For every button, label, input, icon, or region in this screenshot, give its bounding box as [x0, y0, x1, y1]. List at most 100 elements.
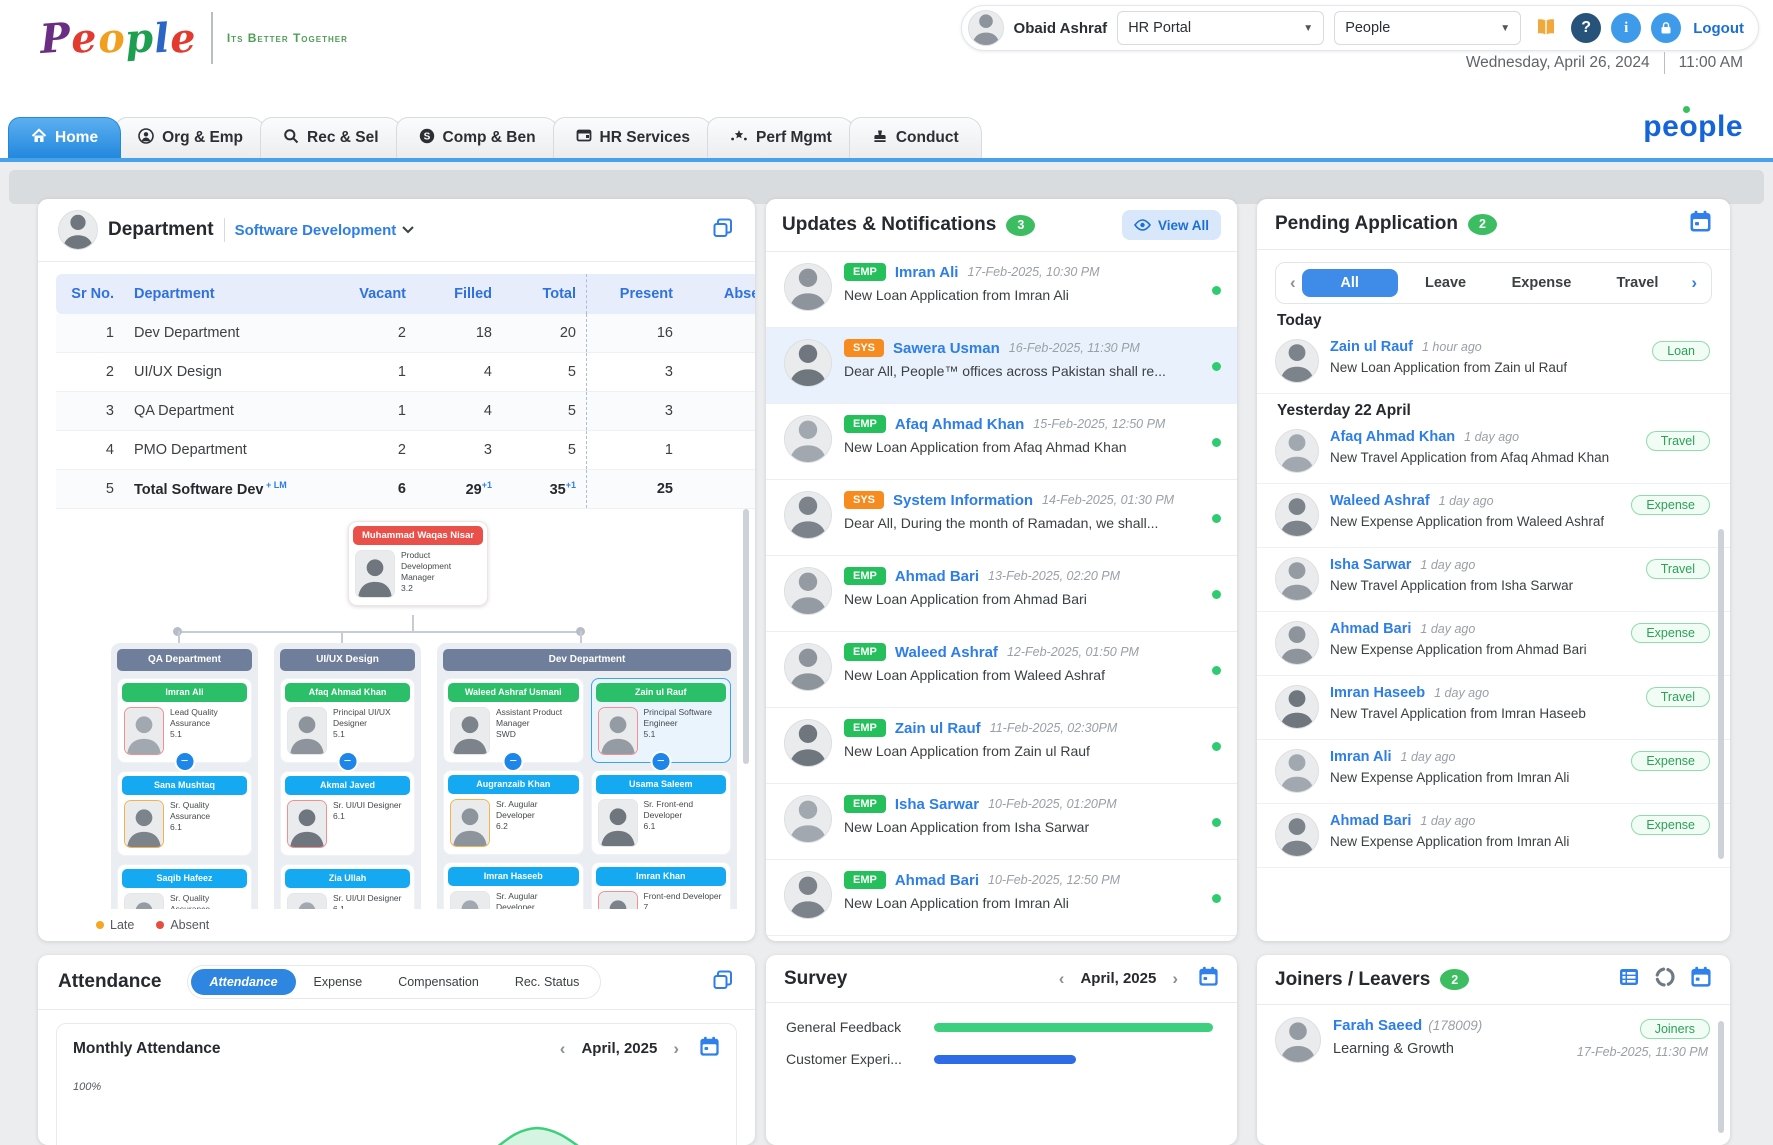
vertical-scrollbar[interactable]: [743, 509, 749, 764]
notification-row[interactable]: EMP Ahmad Bari 13-Feb-2025, 02:20 PM New…: [766, 556, 1237, 632]
joiner-row[interactable]: Farah Saeed(178009) Learning & Growth Jo…: [1257, 1005, 1730, 1063]
pending-application-row[interactable]: Imran Ali 1 day ago New Expense Applicat…: [1257, 740, 1730, 804]
org-employee-card[interactable]: Saqib Hafeez Sr. Quality Assurance 6.1: [117, 864, 252, 909]
pending-application-row[interactable]: Ahmad Bari 1 day ago New Expense Applica…: [1257, 804, 1730, 868]
nav-tab-rec-sel[interactable]: Rec & Sel: [260, 117, 402, 158]
refresh-icon[interactable]: [1654, 966, 1676, 993]
prev-month-icon[interactable]: ‹: [554, 1039, 572, 1059]
notification-sender[interactable]: Isha Sarwar: [895, 796, 979, 813]
notification-row[interactable]: EMP Zain ul Rauf 11-Feb-2025, 02:30PM Ne…: [766, 708, 1237, 784]
calendar-icon[interactable]: [1198, 966, 1219, 991]
notification-sender[interactable]: Zain ul Rauf: [895, 720, 981, 737]
org-employee-card[interactable]: Zia Ullah Sr. UI/UI Designer 6.1: [280, 864, 415, 909]
department-table-row[interactable]: 1 Dev Department 2 18 20 162 90%: [56, 314, 755, 353]
notification-sender[interactable]: Imran Ali: [895, 264, 959, 281]
tabs-prev-icon[interactable]: ‹: [1284, 273, 1302, 293]
pending-application-row[interactable]: Afaq Ahmad Khan 1 day ago New Travel App…: [1257, 420, 1730, 484]
vertical-scrollbar[interactable]: [1718, 529, 1724, 859]
org-root-card[interactable]: Muhammad Waqas Nisar Product Development…: [348, 521, 488, 606]
nav-tab-home[interactable]: Home: [8, 117, 121, 158]
notification-sender[interactable]: Ahmad Bari: [895, 568, 979, 585]
expand-card-icon[interactable]: [711, 968, 735, 997]
help-icon[interactable]: ?: [1571, 13, 1601, 43]
pending-tab-all[interactable]: All: [1302, 269, 1398, 297]
pending-tab-leave[interactable]: Leave: [1398, 269, 1494, 297]
org-employee-card[interactable]: Afaq Ahmad Khan Principal UI/UX Designer…: [280, 678, 415, 763]
lock-icon[interactable]: [1651, 13, 1681, 43]
notification-row[interactable]: SYS System Information 14-Feb-2025, 01:3…: [766, 480, 1237, 556]
nav-tab-conduct[interactable]: Conduct: [849, 117, 982, 158]
attendance-tab-compensation[interactable]: Compensation: [380, 969, 497, 995]
pending-tab-expense[interactable]: Expense: [1494, 269, 1590, 297]
nav-tab-comp-ben[interactable]: SComp & Ben: [396, 117, 559, 158]
notification-row[interactable]: EMP Ahmad Bari 10-Feb-2025, 12:50 PM New…: [766, 860, 1237, 936]
org-employee-card[interactable]: Zain ul Rauf Principal Software Engineer…: [591, 678, 732, 763]
applicant-name[interactable]: Isha Sarwar: [1330, 557, 1411, 573]
applicant-name[interactable]: Afaq Ahmad Khan: [1330, 429, 1455, 445]
notification-sender[interactable]: Afaq Ahmad Khan: [895, 416, 1024, 433]
module-select[interactable]: People▼: [1334, 11, 1521, 45]
calendar-icon[interactable]: [1689, 210, 1712, 238]
department-table-row[interactable]: 2 UI/UX Design 1 4 5 31 80%: [56, 353, 755, 392]
applicant-name[interactable]: Zain ul Rauf: [1330, 339, 1413, 355]
prev-month-icon[interactable]: ‹: [1053, 969, 1071, 989]
notification-sender[interactable]: Ahmad Bari: [895, 872, 979, 889]
applicant-name[interactable]: Ahmad Bari: [1330, 621, 1411, 637]
nav-tab-hr-services[interactable]: HR Services: [553, 117, 713, 158]
org-employee-card[interactable]: Usama Saleem Sr. Front-end Developer 6.1: [591, 770, 732, 855]
notification-sender[interactable]: Sawera Usman: [893, 340, 1000, 357]
collapse-node-button[interactable]: −: [503, 751, 524, 772]
notification-row[interactable]: EMP Afaq Ahmad Khan 15-Feb-2025, 12:50 P…: [766, 404, 1237, 480]
next-month-icon[interactable]: ›: [667, 1039, 685, 1059]
info-icon[interactable]: i: [1611, 13, 1641, 43]
pending-application-row[interactable]: Waleed Ashraf 1 day ago New Expense Appl…: [1257, 484, 1730, 548]
pending-application-row[interactable]: Ahmad Bari 1 day ago New Expense Applica…: [1257, 612, 1730, 676]
notification-row[interactable]: EMP Waleed Ashraf 12-Feb-2025, 01:50 PM …: [766, 632, 1237, 708]
org-employee-card[interactable]: Sana Mushtaq Sr. Quality Assurance 6.1: [117, 771, 252, 856]
department-table-row[interactable]: 5 Total Software Dev + LM 6 29+1 35+1 25…: [56, 470, 755, 509]
collapse-node-button[interactable]: −: [650, 751, 671, 772]
joiner-name[interactable]: Farah Saeed: [1333, 1017, 1422, 1034]
pending-tab-travel[interactable]: Travel: [1589, 269, 1685, 297]
pending-application-row[interactable]: Imran Haseeb 1 day ago New Travel Applic…: [1257, 676, 1730, 740]
pending-application-row[interactable]: Isha Sarwar 1 day ago New Travel Applica…: [1257, 548, 1730, 612]
calendar-icon[interactable]: [699, 1036, 720, 1061]
pending-application-row[interactable]: Zain ul Rauf 1 hour ago New Loan Applica…: [1257, 330, 1730, 394]
org-employee-card[interactable]: Waleed Ashraf Usmani Assistant Product M…: [443, 678, 584, 763]
applicant-name[interactable]: Ahmad Bari: [1330, 813, 1411, 829]
notification-row[interactable]: EMP Isha Sarwar 10-Feb-2025, 01:20PM New…: [766, 784, 1237, 860]
logout-button[interactable]: Logout: [1693, 20, 1744, 37]
list-view-icon[interactable]: [1618, 966, 1640, 993]
department-table-row[interactable]: 4 PMO Department 2 3 5 12 30%: [56, 431, 755, 470]
org-employee-card[interactable]: Imran Haseeb Sr. Augular Developer 7: [443, 862, 584, 909]
collapse-node-button[interactable]: −: [174, 751, 195, 772]
notification-row[interactable]: SYS Sawera Usman 16-Feb-2025, 11:30 PM D…: [766, 328, 1237, 404]
notification-row[interactable]: EMP Imran Ali 17-Feb-2025, 10:30 PM New …: [766, 252, 1237, 328]
handbook-icon[interactable]: [1531, 13, 1561, 43]
department-table-row[interactable]: 3 QA Department 1 4 5 31 70%: [56, 392, 755, 431]
survey-bar[interactable]: [934, 1055, 1076, 1064]
collapse-node-button[interactable]: −: [337, 751, 358, 772]
next-month-icon[interactable]: ›: [1166, 969, 1184, 989]
notification-sender[interactable]: System Information: [893, 492, 1033, 509]
attendance-tab-attendance[interactable]: Attendance: [191, 969, 295, 995]
vertical-scrollbar[interactable]: [1718, 1021, 1724, 1133]
user-avatar[interactable]: [968, 10, 1004, 46]
org-employee-card[interactable]: Imran Khan Front-end Developer 7: [591, 862, 732, 909]
org-employee-card[interactable]: Augranzaib Khan Sr. Augular Developer 6.…: [443, 770, 584, 855]
nav-tab-org-emp[interactable]: Org & Emp: [115, 117, 266, 158]
portal-select[interactable]: HR Portal▼: [1117, 11, 1324, 45]
expand-card-icon[interactable]: [711, 216, 735, 245]
survey-bar[interactable]: [934, 1023, 1213, 1032]
applicant-name[interactable]: Waleed Ashraf: [1330, 493, 1430, 509]
attendance-tab-rec-status[interactable]: Rec. Status: [497, 969, 598, 995]
notification-sender[interactable]: Waleed Ashraf: [895, 644, 998, 661]
applicant-name[interactable]: Imran Ali: [1330, 749, 1392, 765]
view-all-button[interactable]: View All: [1122, 210, 1221, 240]
calendar-icon[interactable]: [1690, 966, 1712, 993]
applicant-name[interactable]: Imran Haseeb: [1330, 685, 1425, 701]
department-selector[interactable]: Software Development: [235, 222, 415, 239]
org-employee-card[interactable]: Akmal Javed Sr. UI/UI Designer 6.1: [280, 771, 415, 856]
attendance-tab-expense[interactable]: Expense: [296, 969, 381, 995]
tabs-next-icon[interactable]: ›: [1685, 273, 1703, 293]
